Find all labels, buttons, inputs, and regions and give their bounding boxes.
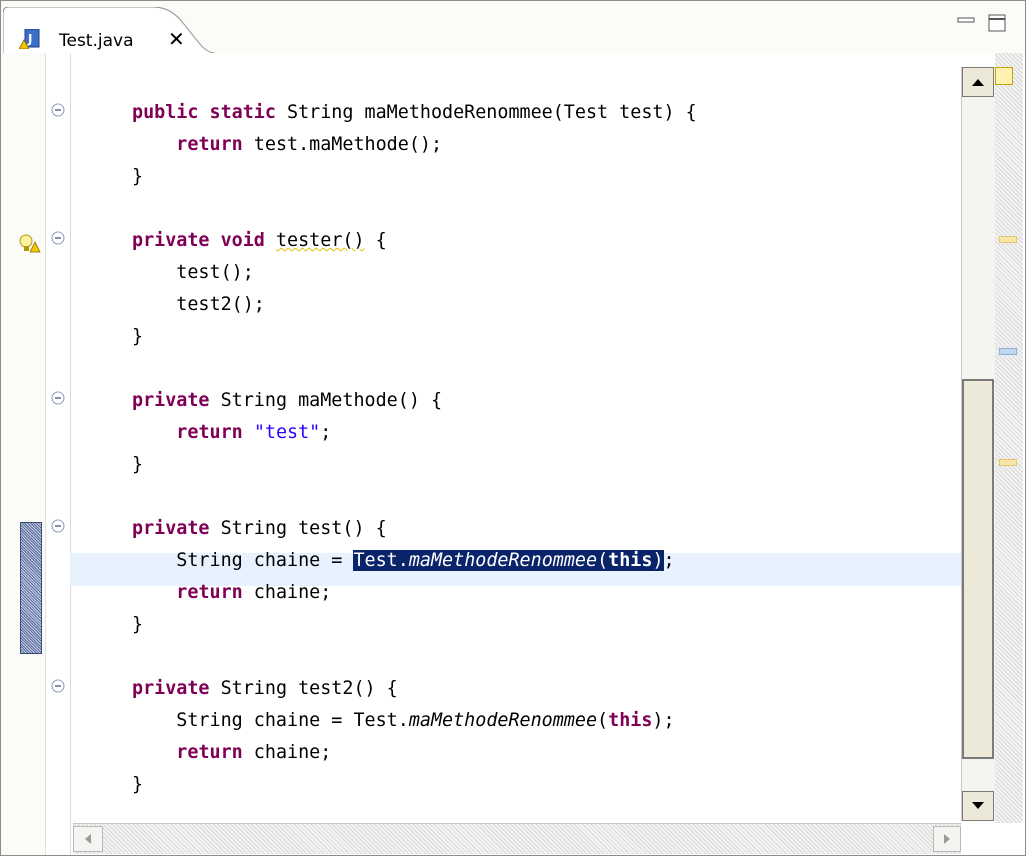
- code-token: return: [176, 422, 243, 443]
- code-token: test2();: [132, 294, 265, 315]
- code-token: }: [132, 166, 144, 187]
- code-line[interactable]: public static String maMethodeRenommee(T…: [132, 97, 697, 129]
- code-token: chaine;: [242, 742, 332, 763]
- tab-bar: J Test.java ✕: [1, 1, 1025, 53]
- code-token: (: [597, 550, 609, 571]
- code-line[interactable]: }: [132, 321, 143, 353]
- code-token: tester(): [275, 230, 365, 251]
- fold-collapse-icon[interactable]: [51, 519, 65, 533]
- code-token: return: [176, 134, 243, 155]
- code-token: this: [608, 710, 653, 731]
- code-token: this: [608, 550, 653, 571]
- code-token: String test() {: [209, 518, 387, 539]
- tab-test-java[interactable]: J Test.java ✕: [3, 7, 215, 53]
- code-token: private: [132, 678, 210, 699]
- maximize-icon[interactable]: [987, 13, 1007, 33]
- horizontal-scrollbar[interactable]: [73, 823, 961, 854]
- code-token: String chaine = Test.: [132, 710, 409, 731]
- code-line[interactable]: }: [132, 161, 143, 193]
- code-token: ;: [320, 422, 332, 443]
- code-token: String maMethode() {: [209, 390, 443, 411]
- code-editor[interactable]: public static String maMethodeRenommee(T…: [1, 53, 1025, 855]
- java-file-warning-icon: J: [19, 29, 41, 49]
- code-token: ): [652, 550, 664, 571]
- code-token: chaine;: [242, 582, 332, 603]
- code-token: return: [176, 742, 243, 763]
- code-token: }: [132, 454, 144, 475]
- code-token: }: [132, 614, 144, 635]
- code-token: private: [132, 390, 210, 411]
- tab-title: Test.java: [59, 31, 134, 51]
- code-token: String chaine =: [132, 550, 354, 571]
- code-line[interactable]: String chaine = Test.maMethodeRenommee(t…: [132, 545, 675, 577]
- code-line[interactable]: return "test";: [132, 417, 331, 449]
- code-token: {: [364, 230, 387, 251]
- code-line[interactable]: test2();: [132, 289, 265, 321]
- code-line[interactable]: private void tester() {: [132, 225, 387, 257]
- code-line[interactable]: return test.maMethode();: [132, 129, 442, 161]
- code-token: maMethodeRenommee: [408, 550, 598, 571]
- code-token: test();: [132, 262, 254, 283]
- code-token: ;: [663, 550, 675, 571]
- tab-close-icon[interactable]: ✕: [168, 27, 185, 51]
- code-token: private void: [132, 230, 265, 251]
- code-token: }: [132, 774, 144, 795]
- svg-text:J: J: [27, 32, 32, 46]
- fold-collapse-icon[interactable]: [51, 679, 65, 693]
- code-token: }: [132, 326, 144, 347]
- code-line[interactable]: }: [132, 449, 143, 481]
- code-line[interactable]: test();: [132, 257, 254, 289]
- code-line[interactable]: }: [132, 609, 143, 641]
- scroll-left-button[interactable]: [73, 826, 103, 852]
- code-line[interactable]: return chaine;: [132, 737, 331, 769]
- code-token: Test.: [353, 550, 409, 571]
- scroll-up-button[interactable]: [962, 67, 994, 97]
- code-token: (: [597, 710, 609, 731]
- code-token: return: [176, 582, 243, 603]
- vertical-scroll-thumb[interactable]: [962, 379, 994, 759]
- code-line[interactable]: }: [132, 769, 143, 801]
- fold-collapse-icon[interactable]: [51, 391, 65, 405]
- code-token: "test": [253, 422, 321, 443]
- code-line[interactable]: return chaine;: [132, 577, 331, 609]
- code-token: );: [652, 710, 675, 731]
- overview-warning-mark[interactable]: [999, 236, 1017, 243]
- vertical-scrollbar[interactable]: [961, 67, 996, 821]
- code-token: String maMethodeRenommee(Test test) {: [275, 102, 697, 123]
- scroll-down-button[interactable]: [962, 791, 994, 821]
- code-area[interactable]: public static String maMethodeRenommee(T…: [1, 53, 961, 855]
- fold-collapse-icon[interactable]: [51, 231, 65, 245]
- code-token: String test2() {: [209, 678, 398, 699]
- code-line[interactable]: String chaine = Test.maMethodeRenommee(t…: [132, 705, 675, 737]
- code-line[interactable]: private String test() {: [132, 513, 387, 545]
- overview-status-icon: [995, 67, 1013, 85]
- code-line[interactable]: private String maMethode() {: [132, 385, 442, 417]
- overview-ruler[interactable]: [995, 53, 1023, 823]
- code-token: public static: [132, 102, 276, 123]
- code-token: test.maMethode();: [242, 134, 443, 155]
- minimize-icon[interactable]: [956, 15, 978, 31]
- editor-window: J Test.java ✕ public static String maMet: [0, 0, 1026, 856]
- code-line[interactable]: private String test2() {: [132, 673, 398, 705]
- fold-collapse-icon[interactable]: [51, 103, 65, 117]
- scroll-right-button[interactable]: [933, 826, 961, 852]
- overview-occurrence-mark[interactable]: [999, 348, 1017, 355]
- code-token: private: [132, 518, 210, 539]
- code-token: maMethodeRenommee: [408, 710, 598, 731]
- overview-warning-mark[interactable]: [999, 459, 1017, 466]
